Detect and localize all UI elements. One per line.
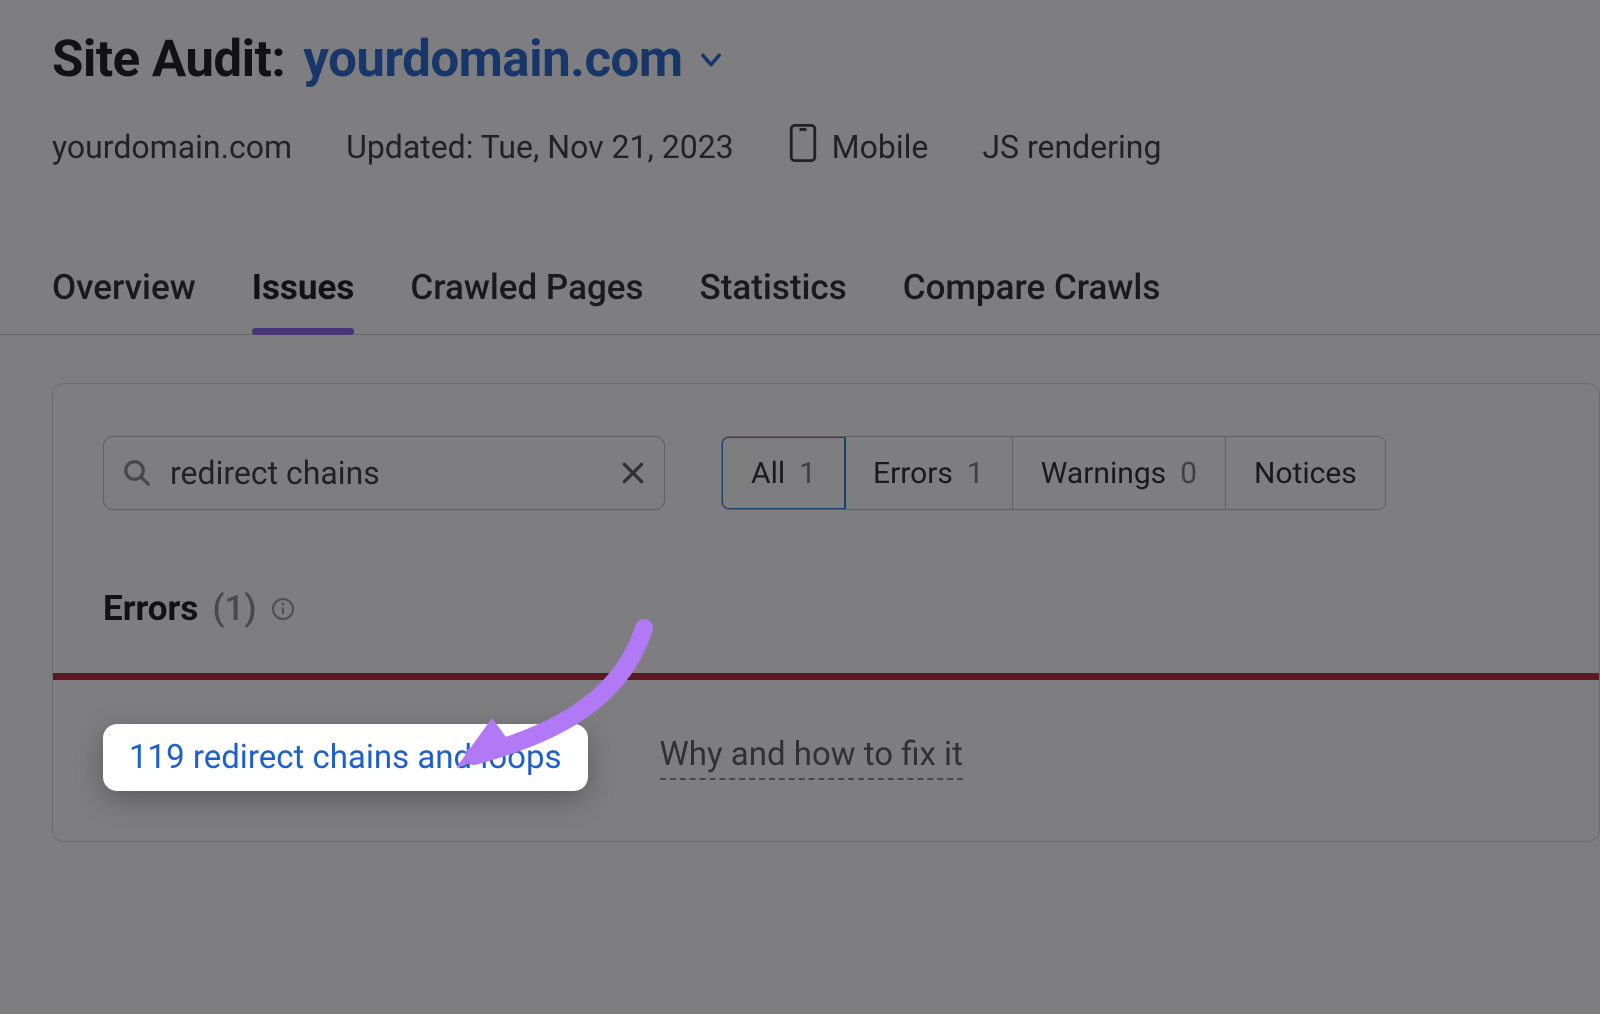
tab-issues[interactable]: Issues — [252, 267, 355, 334]
filter-pills: All 1 Errors 1 Warnings 0 Notices — [721, 436, 1386, 510]
search-input-value: redirect chains — [170, 454, 620, 492]
project-domain-text: yourdomain.com — [303, 30, 682, 89]
meta-row: yourdomain.com Updated: Tue, Nov 21, 202… — [52, 123, 1600, 171]
issue-link-redirect-chains[interactable]: 119 redirect chains and loops — [103, 724, 588, 791]
controls-row: redirect chains All 1 Errors 1 Warnings … — [53, 436, 1599, 510]
filter-errors[interactable]: Errors 1 — [845, 437, 1013, 509]
errors-heading-label: Errors — [103, 588, 198, 629]
info-icon[interactable] — [271, 597, 295, 621]
meta-device[interactable]: Mobile — [788, 123, 929, 171]
search-icon — [122, 458, 152, 488]
meta-device-label: Mobile — [832, 128, 929, 166]
filter-warnings-count: 0 — [1180, 456, 1197, 491]
meta-js-rendering[interactable]: JS rendering — [982, 128, 1161, 166]
filter-errors-count: 1 — [967, 456, 984, 491]
filter-all-count: 1 — [799, 456, 816, 491]
filter-warnings-label: Warnings — [1041, 456, 1166, 491]
tab-compare-crawls[interactable]: Compare Crawls — [903, 267, 1161, 334]
tab-statistics[interactable]: Statistics — [700, 267, 847, 334]
why-and-how-link[interactable]: Why and how to fix it — [660, 735, 963, 780]
tab-crawled-pages[interactable]: Crawled Pages — [410, 267, 643, 334]
clear-search-button[interactable] — [620, 460, 646, 486]
errors-heading: Errors (1) — [53, 588, 1599, 629]
errors-divider — [53, 673, 1599, 680]
mobile-icon — [788, 123, 818, 171]
filter-notices-label: Notices — [1254, 456, 1357, 491]
filter-all-label: All — [751, 456, 785, 491]
filter-warnings[interactable]: Warnings 0 — [1013, 437, 1226, 509]
issues-panel: redirect chains All 1 Errors 1 Warnings … — [52, 383, 1600, 842]
meta-domain: yourdomain.com — [52, 128, 292, 166]
page-title-prefix: Site Audit: — [52, 30, 285, 89]
chevron-down-icon — [697, 46, 725, 74]
filter-all[interactable]: All 1 — [721, 436, 846, 510]
filter-errors-label: Errors — [873, 456, 953, 491]
filter-notices[interactable]: Notices — [1226, 437, 1385, 509]
issue-row: 119 redirect chains and loops Why and ho… — [53, 724, 1599, 791]
project-domain-dropdown[interactable]: yourdomain.com — [303, 30, 724, 89]
tab-overview[interactable]: Overview — [52, 267, 196, 334]
tabs: Overview Issues Crawled Pages Statistics… — [0, 267, 1600, 335]
errors-heading-count: (1) — [212, 588, 256, 629]
search-input[interactable]: redirect chains — [103, 436, 665, 510]
meta-updated: Updated: Tue, Nov 21, 2023 — [346, 128, 734, 166]
page-title-row: Site Audit: yourdomain.com — [52, 30, 1600, 89]
page-root: Site Audit: yourdomain.com yourdomain.co… — [0, 0, 1600, 1014]
